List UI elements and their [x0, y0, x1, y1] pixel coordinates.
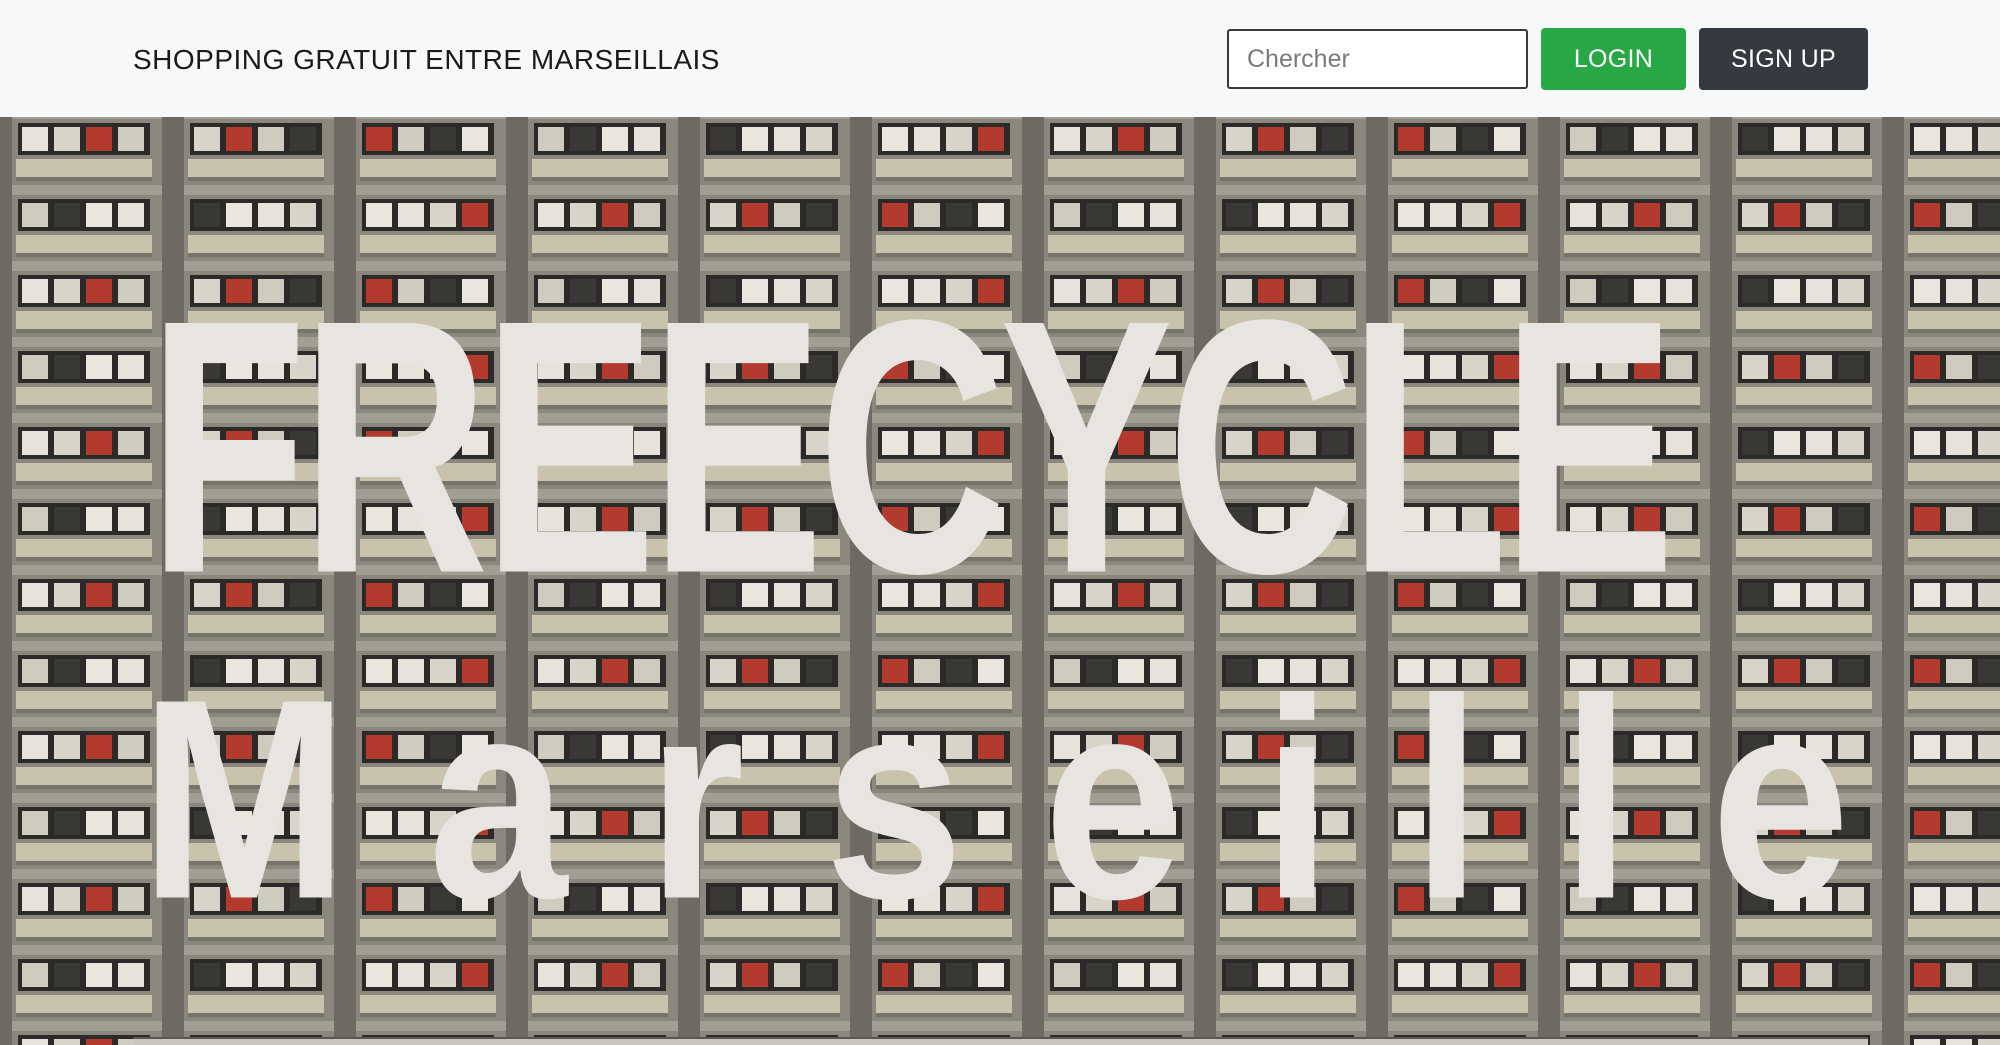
hero-title-letter: l — [1561, 639, 1631, 958]
hero-title-letter: r — [647, 639, 745, 958]
hero-title-letter: a — [428, 639, 568, 958]
site-brand-link[interactable]: SHOPPING GRATUIT ENTRE MARSEILLAIS — [133, 44, 720, 76]
hero-title-letter: e — [1043, 639, 1183, 958]
signup-button[interactable]: SIGN UP — [1699, 28, 1868, 90]
search-input[interactable] — [1227, 29, 1528, 89]
hero-title-marseille: Marseille — [140, 639, 1850, 958]
hero-title-letter: e — [1710, 639, 1850, 958]
hero-title-letter: M — [140, 639, 349, 958]
hero-section: FREECYCLE Marseille — [0, 117, 2000, 1045]
hero-title-letter: l — [1411, 639, 1482, 958]
hero-title-letter: s — [824, 639, 964, 958]
content-strip — [133, 1037, 1868, 1045]
login-button[interactable]: LOGIN — [1541, 28, 1686, 90]
hero-title-letter: i — [1262, 639, 1333, 958]
navbar: SHOPPING GRATUIT ENTRE MARSEILLAIS LOGIN… — [0, 0, 2000, 117]
hero-title-freecycle: FREECYCLE — [148, 245, 1675, 649]
